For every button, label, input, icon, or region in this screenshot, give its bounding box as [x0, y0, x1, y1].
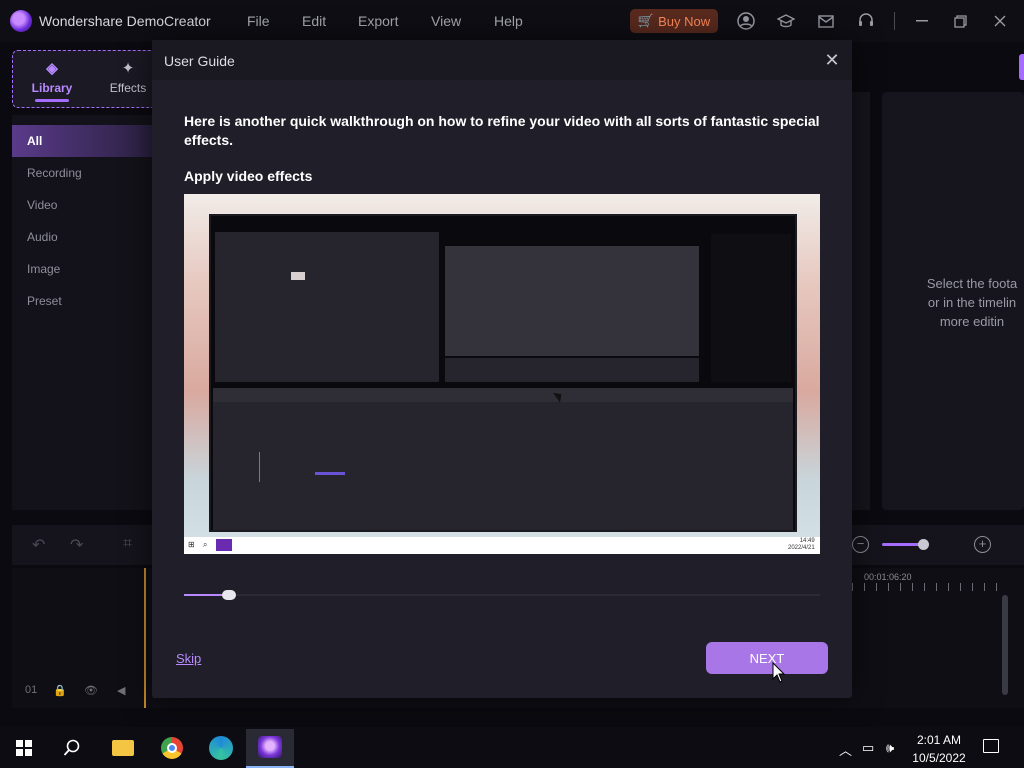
menu-edit[interactable]: Edit [302, 13, 326, 29]
tab-library-label: Library [31, 81, 73, 95]
close-icon[interactable]: ✕ [822, 50, 842, 70]
properties-hint-line: Select the foota [926, 276, 1018, 291]
speaker-icon[interactable]: ◀ [117, 684, 125, 697]
democreator-logo-icon [10, 10, 32, 32]
library-tabs: ◈ Library ✦ Effects [12, 50, 167, 108]
menu-file[interactable]: File [247, 13, 270, 29]
timeline-ruler[interactable] [852, 583, 1002, 591]
next-button[interactable]: NEXT [706, 642, 828, 674]
video-clock-date: 2022/4/21 [788, 545, 815, 551]
taskbar-date: 10/5/2022 [912, 751, 966, 765]
video-clock: 14:49 2022/4/21 [788, 538, 815, 552]
video-windows-icon: ⊞ [188, 540, 195, 549]
volume-icon[interactable]: 🕪 [886, 740, 894, 756]
category-video[interactable]: Video [12, 189, 152, 221]
mouse-cursor-icon [772, 662, 786, 683]
dialog-header: User Guide ✕ [152, 40, 852, 80]
guide-description: Here is another quick walkthrough on how… [184, 113, 820, 148]
layers-icon: ◈ [46, 60, 58, 77]
library-category-list: All Recording Video Audio Image Preset [12, 125, 152, 317]
close-window-icon[interactable] [989, 10, 1011, 32]
search-icon[interactable] [60, 736, 84, 760]
buy-now-label: Buy Now [658, 13, 711, 29]
video-playhead [259, 452, 260, 482]
menu-export[interactable]: Export [358, 13, 398, 29]
video-app-icon [216, 539, 232, 551]
undo-icon[interactable]: ↶ [32, 535, 45, 555]
taskbar-time: 2:01 AM [916, 733, 962, 747]
redo-icon[interactable]: ↷ [70, 535, 83, 555]
zoom-in-icon[interactable]: + [974, 536, 991, 553]
video-timeline-header [213, 388, 793, 402]
edge-icon[interactable] [209, 736, 233, 760]
notification-icon[interactable] [983, 739, 999, 753]
category-all[interactable]: All [12, 125, 152, 157]
windows-start-icon[interactable] [16, 740, 32, 756]
menu-view[interactable]: View [431, 13, 461, 29]
export-button-edge[interactable] [1019, 54, 1024, 80]
title-bar: Wondershare DemoCreator File Edit Export… [0, 0, 1024, 42]
video-preview-panel [445, 246, 699, 356]
cart-icon: 🛒 [637, 13, 655, 28]
category-preset[interactable]: Preset [12, 285, 152, 317]
crop-icon[interactable]: ⌗ [123, 535, 132, 553]
video-thumbnail [291, 272, 305, 280]
category-image[interactable]: Image [12, 253, 152, 285]
restore-icon[interactable] [949, 10, 971, 32]
video-preview-controls [445, 358, 699, 382]
skip-link[interactable]: Skip [176, 651, 201, 666]
zoom-out-icon[interactable]: − [852, 536, 869, 553]
video-library-panel [215, 232, 439, 382]
dialog-title: User Guide [164, 53, 235, 69]
video-progress-handle[interactable] [221, 590, 236, 600]
minimize-icon[interactable] [911, 10, 933, 32]
eye-icon[interactable]: 👁 [84, 684, 98, 697]
zoom-slider-handle[interactable] [918, 539, 929, 550]
properties-hint-line: more editin [939, 314, 1005, 329]
properties-hint-line: or in the timelin [927, 295, 1017, 310]
menu-help[interactable]: Help [494, 13, 523, 29]
video-screen [209, 214, 797, 532]
academy-icon[interactable] [775, 10, 797, 32]
category-recording[interactable]: Recording [12, 157, 152, 189]
category-audio[interactable]: Audio [12, 221, 152, 253]
support-headset-icon[interactable] [855, 10, 877, 32]
file-explorer-icon[interactable] [112, 740, 134, 756]
track-number: 01 [25, 684, 38, 696]
timeline-time-label: 00:01:06:20 [864, 572, 912, 582]
account-icon[interactable] [735, 10, 757, 32]
video-search-icon: ⌕ [203, 540, 208, 549]
network-icon[interactable]: ▭ [862, 740, 874, 756]
app-title: Wondershare DemoCreator [39, 13, 211, 29]
buy-now-button[interactable]: 🛒 Buy Now [630, 9, 718, 33]
chevron-up-icon[interactable]: ︿ [839, 740, 852, 759]
guide-step-title: Apply video effects [184, 168, 313, 184]
taskbar-clock[interactable]: 2:01 AM 10/5/2022 [906, 731, 972, 767]
video-clock-time: 14:49 [799, 538, 815, 544]
lock-icon[interactable]: 🔒 [53, 684, 67, 697]
democreator-taskbar-icon[interactable] [258, 736, 282, 758]
user-guide-dialog: User Guide ✕ Here is another quick walkt… [152, 40, 852, 698]
video-progress-bar[interactable] [184, 590, 820, 600]
video-properties-panel [711, 234, 791, 382]
guide-video[interactable]: ⊞ ⌕ 14:49 2022/4/21 [184, 194, 820, 554]
video-clip [315, 472, 345, 475]
mail-icon[interactable] [815, 10, 837, 32]
tab-effects-label: Effects [109, 81, 147, 95]
preview-panel-edge [852, 92, 870, 510]
chrome-icon[interactable] [161, 737, 183, 759]
title-bar-divider [894, 12, 895, 30]
playhead[interactable] [144, 568, 146, 708]
properties-hint: Select the foota or in the timelin more … [920, 274, 1024, 331]
timeline-scrollbar[interactable] [1002, 595, 1008, 695]
tab-library[interactable]: ◈ Library [17, 59, 87, 102]
video-taskbar [184, 537, 820, 554]
video-timeline [213, 388, 793, 530]
